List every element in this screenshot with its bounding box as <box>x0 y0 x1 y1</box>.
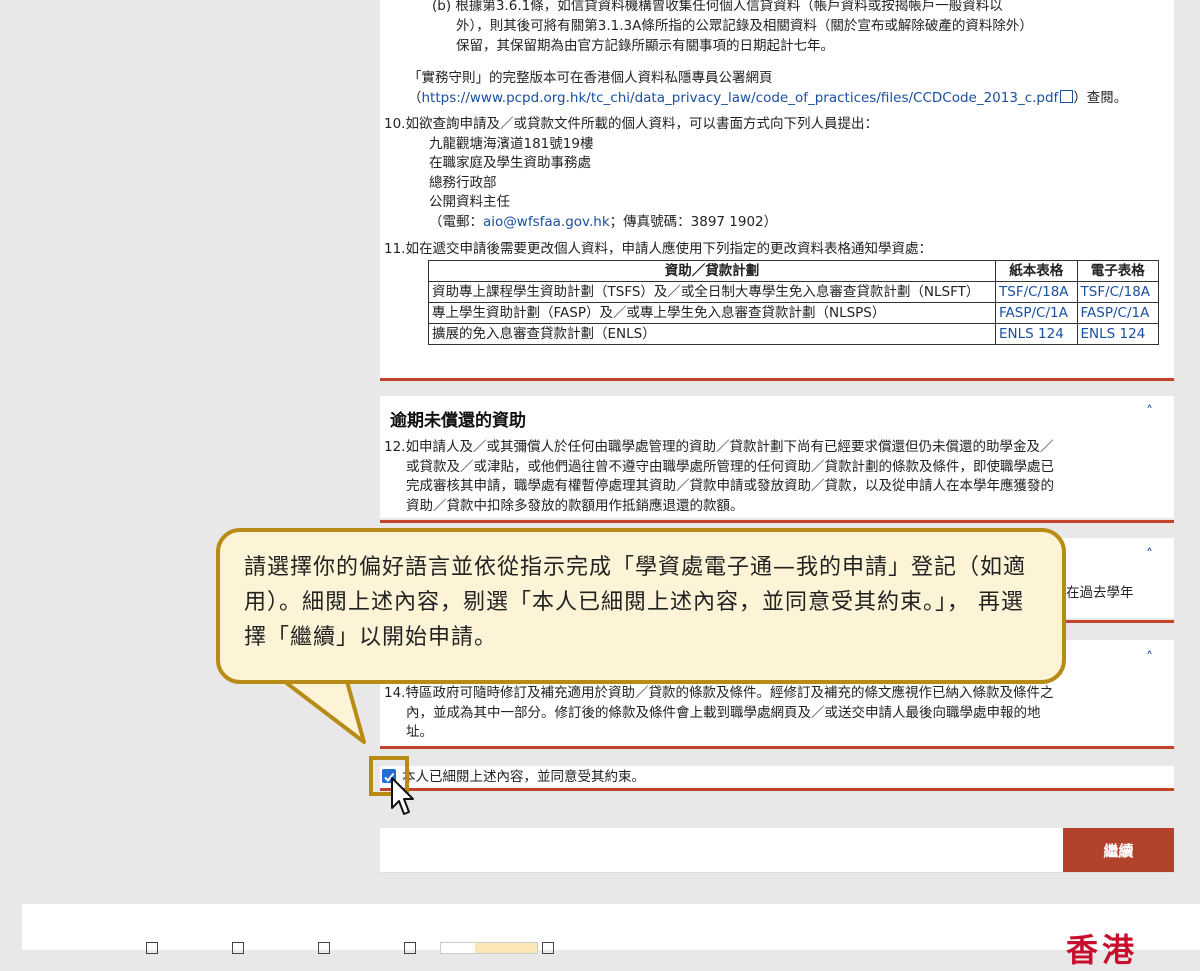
agreement-label[interactable]: 本人已細閱上述內容，並同意受其約束。 <box>402 766 645 788</box>
clause-9b-line1: (b) 根據第3.6.1條，如信貸資料機構曾收集任何個人信貸資料（帳戶資料或按揭… <box>432 0 1003 14</box>
item-10: 10.如欲查詢申請及／或貸款文件所載的個人資料，可以書面方式向下列人員提出： 九… <box>384 115 878 232</box>
officer-title: 公開資料主任 <box>429 194 510 210</box>
chevron-up-icon[interactable]: ˄ <box>1146 404 1153 420</box>
external-link-icon[interactable] <box>146 942 158 954</box>
mouse-pointer-icon <box>391 777 414 815</box>
section-divider <box>380 520 1174 523</box>
table-row: 擴展的免入息審查貸款計劃（ENLS） ENLS 124 ENLS 124 <box>428 323 1159 345</box>
contact-line: （電郵：aio@wfsfaa.gov.hk；傳真號碼：3897 1902） <box>429 213 778 230</box>
code-line1: 「實務守則」的完整版本可在香港個人資料私隱專員公署網頁 <box>408 70 773 86</box>
overdue-section-title[interactable]: 逾期未償還的資助 <box>390 406 526 431</box>
division-name: 總務行政部 <box>429 174 497 191</box>
clause-9b-line3: 保留，其保留期為由官方記錄所顯示有關事項的日期起計七年。 <box>456 38 834 54</box>
footer <box>22 904 1200 950</box>
instruction-callout: 請選擇你的偏好語言並依從指示完成「學資處電子通—我的申請」登記（如適用）。細閱上… <box>216 528 1066 684</box>
e-form-link[interactable]: TSF/C/18A <box>1081 284 1151 300</box>
table-row: 資助專上課程學生資助計劃（TSFS）及／或全日制大專學生免入息審查貸款計劃（NL… <box>428 281 1159 303</box>
table-header-scheme: 資助／貸款計劃 <box>428 260 996 282</box>
table-header-paper: 紙本表格 <box>995 260 1078 282</box>
callout-tail <box>278 676 366 744</box>
pcpd-code-link[interactable]: https://www.pcpd.org.hk/tc_chi/data_priv… <box>422 90 1059 106</box>
overdue-text: 12.如申請人及／或其彌償人於任何由職學處管理的資助／貸款計劃下尚有已經要求償還… <box>384 439 1054 514</box>
office-name: 在職家庭及學生資助事務處 <box>429 155 591 171</box>
code-line2: （https://www.pcpd.org.hk/tc_chi/data_pri… <box>408 90 1128 106</box>
external-link-icon[interactable] <box>232 942 244 954</box>
hong-kong-logo[interactable]: 香港 <box>1066 925 1138 971</box>
external-link-icon[interactable] <box>404 942 416 954</box>
section-13-partial-text: 在過去學年 <box>1066 585 1134 601</box>
paper-form-link[interactable]: TSF/C/18A <box>999 284 1069 300</box>
clause-9b-line2: 外），則其後可將有關第3.1.3A條所指的公眾記錄及相關資料（關於宣布或解除破產… <box>456 18 1033 34</box>
continue-bar: 繼續 <box>380 828 1174 873</box>
section-divider <box>380 788 1174 791</box>
item-14-text: 14.特區政府可隨時修訂及補充適用於資助／貸款的條款及條件。經修訂及補充的條文應… <box>384 685 1054 740</box>
item-11-text: 11.如在遞交申請後需要更改個人資料，申請人應使用下列指定的更改資料表格通知學資… <box>384 241 932 257</box>
chevron-up-icon[interactable]: ˄ <box>1146 547 1153 563</box>
clause-9b: (b) 根據第3.6.1條，如信貸資料機構曾收集任何個人信貸資料（帳戶資料或按揭… <box>432 0 1033 56</box>
section-divider <box>380 746 1174 749</box>
section-divider <box>380 378 1174 381</box>
paper-form-link[interactable]: FASP/C/1A <box>999 305 1068 321</box>
external-link-icon <box>1060 90 1074 103</box>
address: 九龍觀塘海濱道181號19樓 <box>429 135 594 152</box>
footer-badge[interactable] <box>440 942 538 954</box>
table-header-e: 電子表格 <box>1076 260 1159 282</box>
agreement-row: 本人已細閱上述內容，並同意受其約束。 <box>380 766 1174 788</box>
instruction-text: 請選擇你的偏好語言並依從指示完成「學資處電子通—我的申請」登記（如適用）。細閱上… <box>244 555 1027 650</box>
change-form-table: 資助／貸款計劃 紙本表格 電子表格 資助專上課程學生資助計劃（TSFS）及／或全… <box>428 260 1159 345</box>
continue-button[interactable]: 繼續 <box>1063 828 1174 872</box>
table-row: 專上學生資助計劃（FASP）及／或專上學生免入息審查貸款計劃（NLSPS） FA… <box>428 302 1159 324</box>
item-10-text: 10.如欲查詢申請及／或貸款文件所載的個人資料，可以書面方式向下列人員提出： <box>384 116 878 132</box>
code-of-practice-note: 「實務守則」的完整版本可在香港個人資料私隱專員公署網頁 （https://www… <box>408 68 1127 108</box>
external-link-icon[interactable] <box>318 942 330 954</box>
chevron-up-icon[interactable]: ˄ <box>1146 650 1153 666</box>
paper-form-link[interactable]: ENLS 124 <box>999 326 1064 342</box>
external-link-icon[interactable] <box>542 942 554 954</box>
email-link[interactable]: aio@wfsfaa.gov.hk <box>483 214 610 230</box>
e-form-link[interactable]: FASP/C/1A <box>1081 305 1150 321</box>
e-form-link[interactable]: ENLS 124 <box>1081 326 1146 342</box>
